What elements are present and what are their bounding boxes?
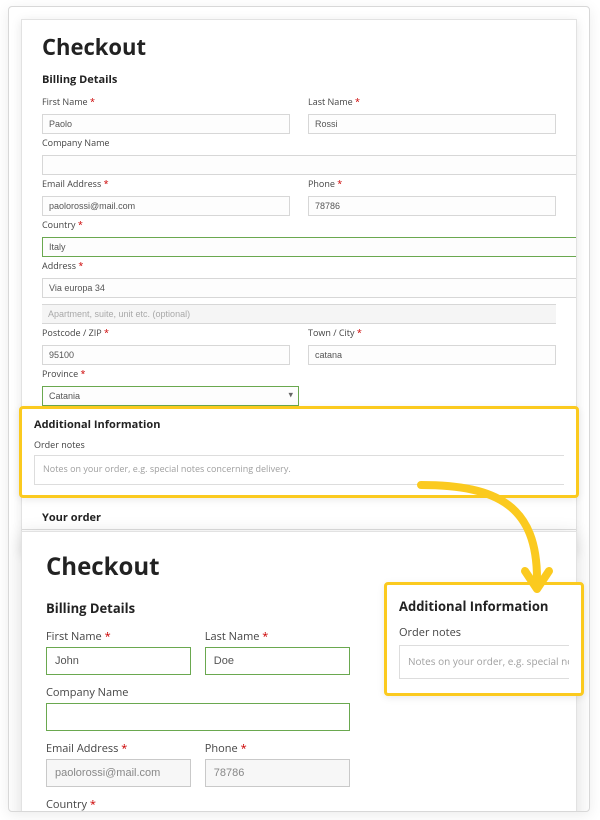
last-name-input[interactable] (205, 647, 350, 675)
phone-input[interactable] (205, 759, 350, 787)
email-label: Email Address * (42, 177, 290, 190)
email-label: Email Address * (46, 741, 191, 756)
billing-heading: Billing Details (46, 599, 350, 617)
last-name-input[interactable] (308, 114, 556, 134)
country-label: Country * (46, 797, 350, 812)
country-input[interactable] (42, 237, 576, 257)
town-label: Town / City * (308, 326, 556, 339)
country-label: Country * (42, 218, 576, 231)
order-notes-input[interactable]: Notes on your order, e.g. special notes (399, 645, 569, 679)
bottom-checkout-panel: Checkout Billing Details First Name * La… (21, 531, 577, 812)
company-input[interactable] (46, 703, 350, 731)
address2-input[interactable] (42, 304, 556, 324)
your-order-heading: Your order (42, 510, 556, 525)
email-input[interactable] (46, 759, 191, 787)
town-input[interactable] (308, 345, 556, 365)
postcode-input[interactable] (42, 345, 290, 365)
order-notes-label: Order notes (399, 625, 569, 640)
phone-input[interactable] (308, 196, 556, 216)
phone-label: Phone * (205, 741, 350, 756)
province-label: Province * (42, 367, 299, 380)
first-name-label: First Name * (42, 95, 290, 108)
last-name-label: Last Name * (205, 629, 350, 644)
additional-heading: Additional Information (34, 417, 564, 432)
outer-frame: Checkout Billing Details First Name * La… (8, 6, 590, 812)
additional-info-highlight-top: Additional Information Order notes Notes… (19, 406, 579, 498)
first-name-input[interactable] (46, 647, 191, 675)
additional-heading: Additional Information (399, 597, 569, 615)
top-checkout-panel: Checkout Billing Details First Name * La… (21, 19, 577, 554)
order-notes-input[interactable]: Notes on your order, e.g. special notes … (34, 455, 564, 485)
company-label: Company Name (42, 136, 576, 149)
company-label: Company Name (46, 685, 350, 700)
province-select[interactable] (42, 386, 299, 406)
order-notes-label: Order notes (34, 438, 564, 451)
last-name-label: Last Name * (308, 95, 556, 108)
phone-label: Phone * (308, 177, 556, 190)
address-input[interactable] (42, 278, 576, 298)
page-title: Checkout (42, 32, 556, 62)
billing-heading: Billing Details (42, 72, 556, 87)
first-name-label: First Name * (46, 629, 191, 644)
first-name-input[interactable] (42, 114, 290, 134)
postcode-label: Postcode / ZIP * (42, 326, 290, 339)
company-input[interactable] (42, 155, 576, 175)
additional-info-highlight-bottom: Additional Information Order notes Notes… (384, 582, 584, 696)
page-title: Checkout (46, 550, 552, 583)
email-input[interactable] (42, 196, 290, 216)
address-label: Address * (42, 259, 576, 272)
